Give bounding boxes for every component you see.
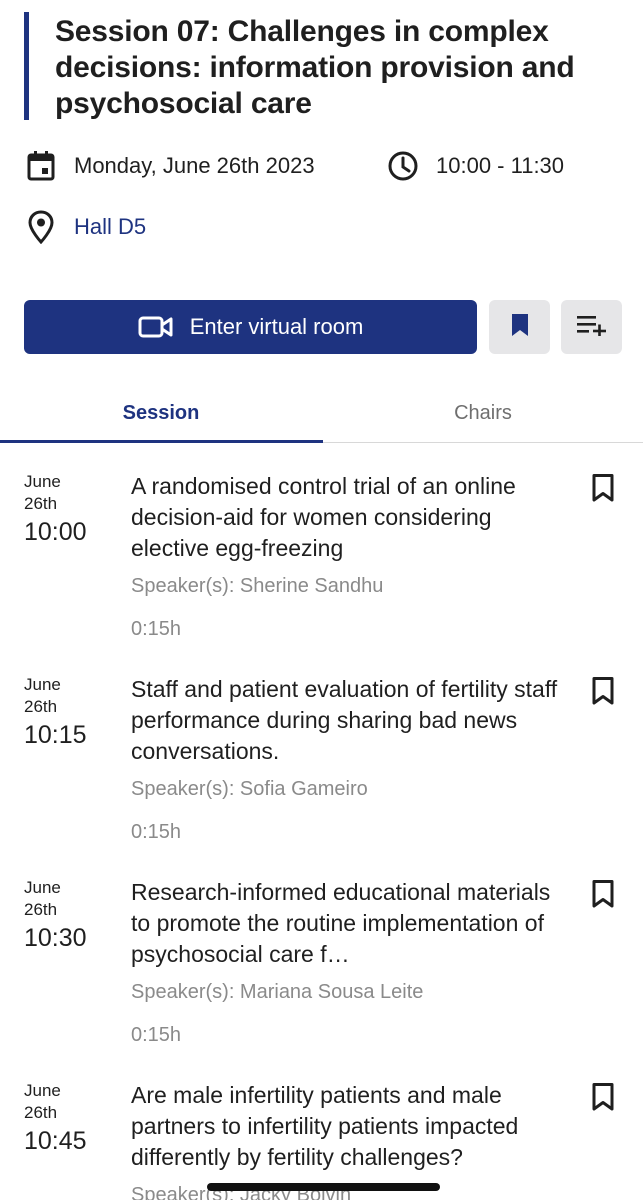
tab-session[interactable]: Session: [0, 384, 322, 442]
bookmark-outline-icon: [592, 1083, 614, 1111]
bookmark-filled-icon: [510, 312, 530, 343]
talk-duration: 0:15h: [131, 1024, 182, 1046]
bookmark-talk-button[interactable]: [588, 676, 618, 708]
talk-time: June 26th 10:45: [24, 1080, 124, 1156]
bookmark-talk-button[interactable]: [588, 1082, 618, 1114]
talk-day: 26th: [24, 697, 58, 716]
talk-time: June 26th 10:00: [24, 471, 124, 547]
talk-month: June: [24, 675, 61, 694]
add-to-agenda-button[interactable]: [561, 300, 622, 354]
talk-speakers: Speaker(s): Sherine Sandhu: [131, 575, 384, 597]
tab-chairs[interactable]: Chairs: [322, 384, 643, 442]
talk-speakers: Speaker(s): Sofia Gameiro: [131, 778, 368, 800]
session-date-row: Monday, June 26th 2023: [24, 149, 315, 183]
session-time-row: 10:00 - 11:30: [386, 149, 564, 183]
talk-day: 26th: [24, 494, 58, 513]
location-pin-icon: [24, 210, 58, 244]
bookmark-talk-button[interactable]: [588, 879, 618, 911]
talk-item[interactable]: June 26th 10:45 Are male infertility pat…: [0, 1052, 643, 1200]
talk-duration: 0:15h: [131, 821, 182, 843]
bookmark-outline-icon: [592, 880, 614, 908]
talk-speakers: Speaker(s): Mariana Sousa Leite: [131, 981, 424, 1003]
talk-start-time: 10:30: [24, 924, 87, 952]
home-indicator[interactable]: [207, 1183, 440, 1191]
talk-title: Are male infertility patients and male p…: [131, 1082, 519, 1170]
tab-bar: Session Chairs: [0, 384, 643, 443]
calendar-icon: [24, 149, 58, 183]
talk-start-time: 10:45: [24, 1127, 87, 1155]
talk-month: June: [24, 878, 61, 897]
talk-start-time: 10:00: [24, 518, 87, 546]
talk-item[interactable]: June 26th 10:00 A randomised control tri…: [0, 443, 643, 646]
bookmark-session-button[interactable]: [489, 300, 550, 354]
bookmark-outline-icon: [592, 677, 614, 705]
enter-virtual-room-label: Enter virtual room: [189, 314, 364, 339]
bookmark-talk-button[interactable]: [588, 473, 618, 505]
talk-title: A randomised control trial of an online …: [131, 473, 516, 561]
talk-day: 26th: [24, 900, 58, 919]
session-location-row[interactable]: Hall D5: [24, 210, 146, 244]
talk-item[interactable]: June 26th 10:30 Research-informed educat…: [0, 849, 643, 1052]
clock-icon: [386, 149, 420, 183]
session-location-link[interactable]: Hall D5: [74, 214, 146, 240]
enter-virtual-room-button[interactable]: Enter virtual room: [24, 300, 477, 354]
page-title: Session 07: Challenges in complex decisi…: [55, 15, 575, 120]
talk-title: Research-informed educational materials …: [131, 879, 551, 967]
video-camera-icon: [138, 315, 174, 339]
talk-item[interactable]: June 26th 10:15 Staff and patient evalua…: [0, 646, 643, 849]
talk-month: June: [24, 472, 61, 491]
session-header: Session 07: Challenges in complex decisi…: [24, 12, 624, 120]
talk-title: Staff and patient evaluation of fertilit…: [131, 676, 558, 764]
bookmark-outline-icon: [592, 474, 614, 502]
playlist-add-icon: [576, 314, 607, 341]
talk-time: June 26th 10:30: [24, 877, 124, 953]
talk-day: 26th: [24, 1103, 58, 1122]
talk-month: June: [24, 1081, 61, 1100]
talk-duration: 0:15h: [131, 618, 182, 640]
talk-start-time: 10:15: [24, 721, 87, 749]
talk-time: June 26th 10:15: [24, 674, 124, 750]
session-time: 10:00 - 11:30: [436, 153, 565, 178]
session-date: Monday, June 26th 2023: [74, 153, 315, 178]
